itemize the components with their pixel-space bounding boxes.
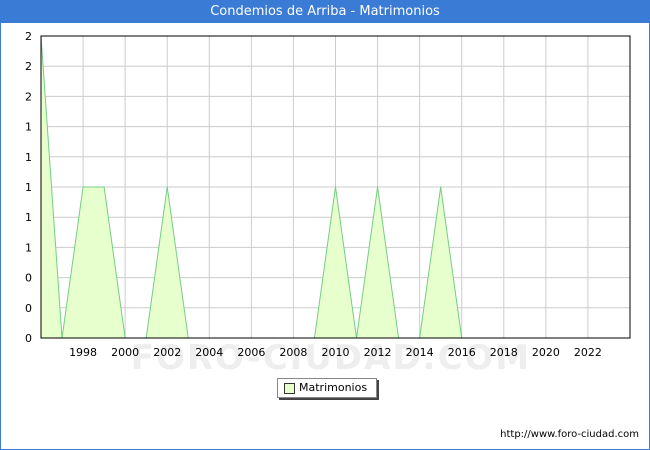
x-tick-label: 2020 [532,346,560,359]
x-tick-label: 2022 [574,346,602,359]
y-tick-label: 0 [25,332,32,345]
x-tick-label: 2016 [448,346,476,359]
legend-label: Matrimonios [299,381,368,394]
y-tick-label: 2 [25,90,32,103]
source-url: http://www.foro-ciudad.com [500,429,639,440]
y-tick-label: 1 [25,211,32,224]
x-tick-label: 2010 [322,346,350,359]
x-tick-label: 2006 [237,346,265,359]
y-tick-label: 2 [25,30,32,43]
x-tick-label: 2012 [364,346,392,359]
x-tick-label: 2004 [195,346,223,359]
data-point [440,186,442,188]
x-tick-label: 1998 [69,346,97,359]
data-point [82,186,84,188]
y-axis-ticks: 0 0 0 1 1 1 1 1 2 2 2 [25,30,32,345]
x-tick-label: 2018 [490,346,518,359]
x-tick-label: 2014 [406,346,434,359]
y-tick-label: 1 [25,241,32,254]
y-tick-label: 1 [25,121,32,134]
x-tick-label: 2000 [111,346,139,359]
y-tick-label: 1 [25,181,32,194]
data-point [334,186,337,188]
data-point [376,186,379,188]
chart-frame: Condemios de Arriba - Matrimonios FORO-C… [0,0,650,450]
x-tick-label: 2002 [153,346,181,359]
data-point [103,186,105,188]
y-tick-label: 0 [25,272,32,285]
y-tick-label: 0 [25,302,32,315]
x-tick-label: 2008 [279,346,307,359]
y-tick-label: 2 [25,60,32,73]
data-point [166,186,168,188]
legend-swatch [284,383,295,394]
y-tick-label: 1 [25,151,32,164]
legend: Matrimonios [277,378,377,398]
